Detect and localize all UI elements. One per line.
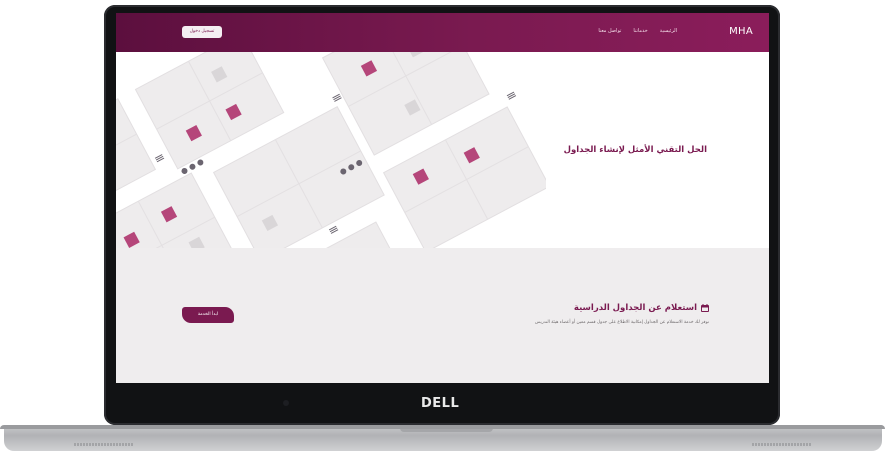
- top-navbar: MHA الرئيسية خدماتنا تواصل معنا تسجيل دخ…: [116, 13, 769, 52]
- calendar-icon: [701, 304, 709, 312]
- nav-link-contact[interactable]: تواصل معنا: [598, 28, 621, 34]
- base-edge: [0, 425, 885, 429]
- login-button[interactable]: تسجيل دخول: [182, 26, 222, 38]
- feature-section: استعلام عن الجداول الدراسية توفر لك خدمة…: [116, 248, 769, 383]
- speaker-grille-left: [74, 443, 134, 446]
- nav-links: الرئيسية خدماتنا تواصل معنا: [598, 28, 677, 34]
- webcam: [283, 400, 289, 406]
- hero-section: الحل التقني الأمثل لإنشاء الجداول: [116, 52, 769, 248]
- hero-illustration: [116, 52, 546, 248]
- screen: MHA الرئيسية خدماتنا تواصل معنا تسجيل دخ…: [116, 13, 769, 383]
- feature-title: استعلام عن الجداول الدراسية: [574, 303, 709, 313]
- speaker-grille-right: [752, 443, 812, 446]
- hero-title: الحل التقني الأمثل لإنشاء الجداول: [563, 145, 707, 155]
- dell-logo: DELL: [421, 396, 460, 411]
- feature-title-text: استعلام عن الجداول الدراسية: [573, 303, 697, 313]
- nav-link-home[interactable]: الرئيسية: [660, 28, 677, 34]
- brand-logo[interactable]: MHA: [729, 26, 753, 37]
- start-service-button[interactable]: ابدأ الخدمة: [182, 307, 234, 323]
- nav-link-services[interactable]: خدماتنا: [633, 28, 647, 34]
- feature-description: توفر لك خدمة الاستعلام عن الجداول إمكاني…: [535, 320, 709, 325]
